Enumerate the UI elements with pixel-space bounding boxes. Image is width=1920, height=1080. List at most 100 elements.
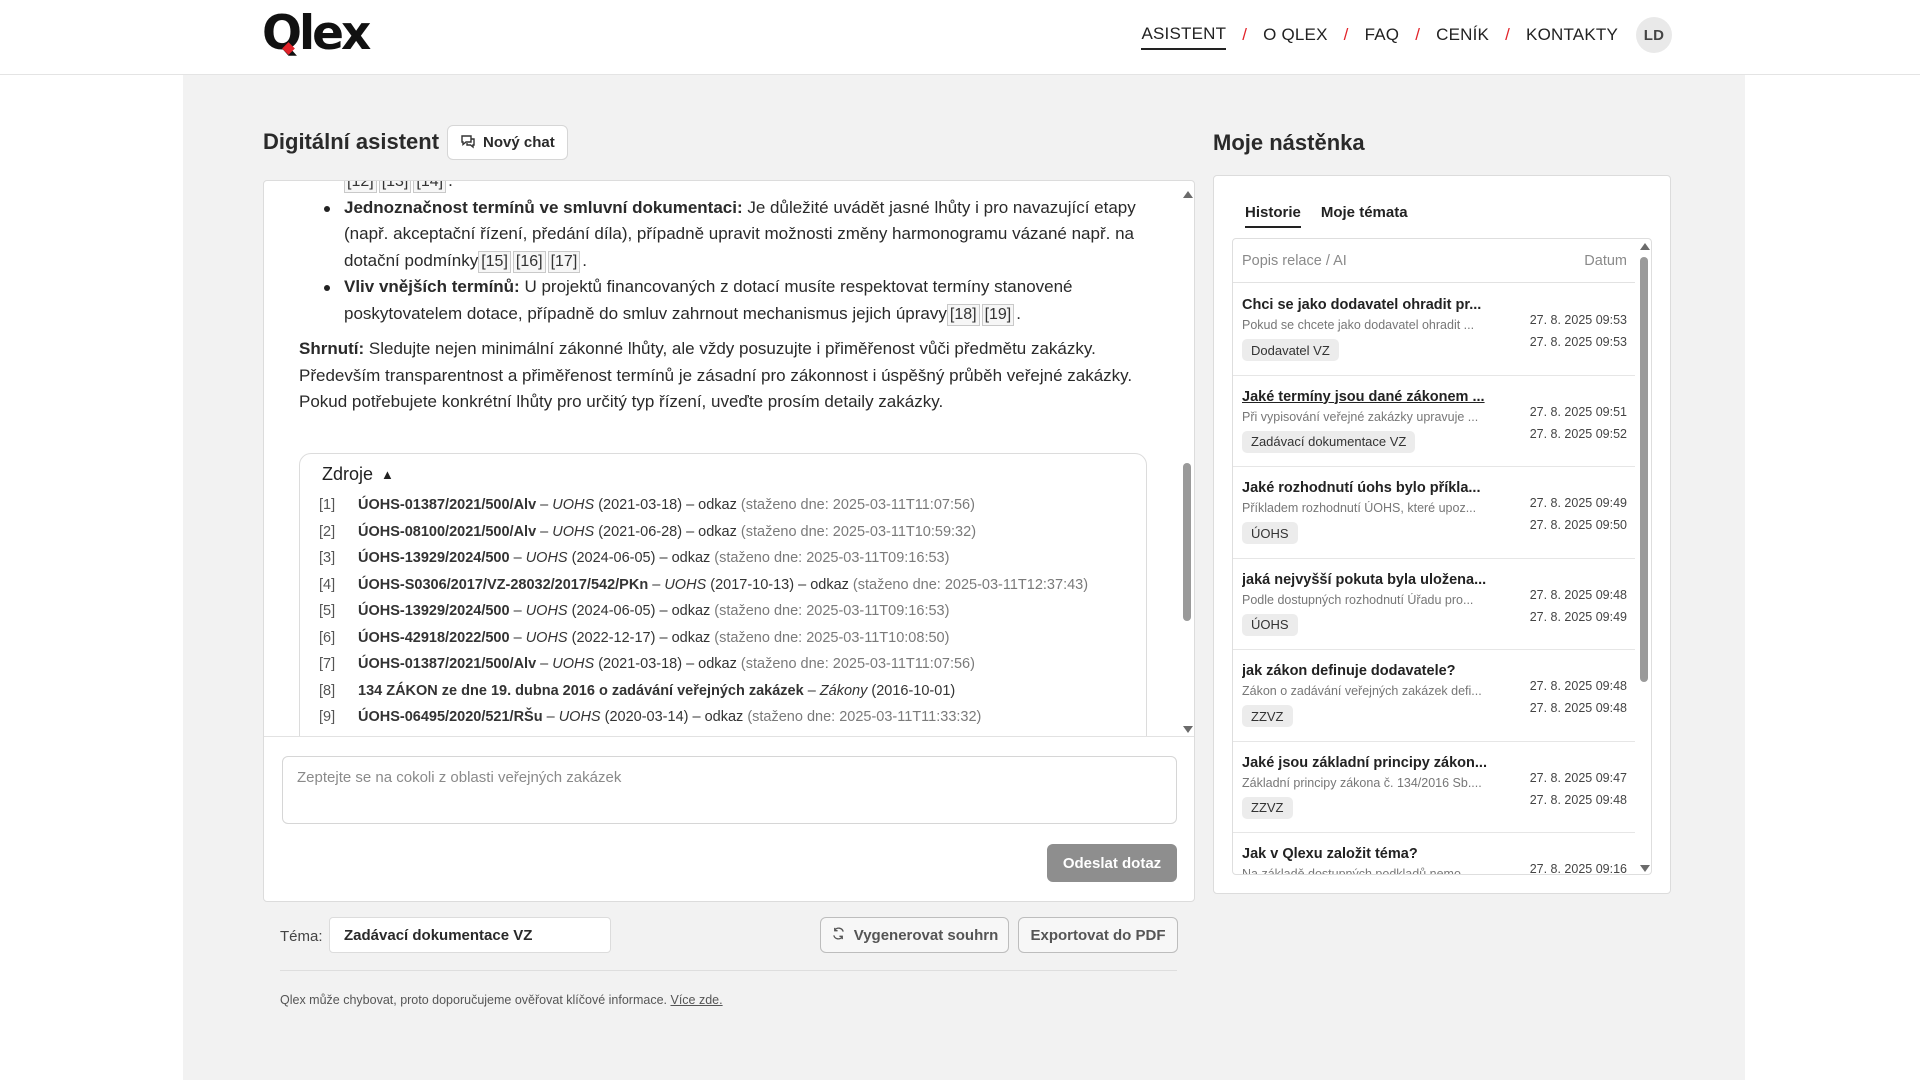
- source-link[interactable]: odkaz: [698, 651, 737, 678]
- disclaimer-link[interactable]: Více zde.: [670, 993, 722, 1007]
- sources-list: [1] ÚOHS-01387/2021/500/Alv – UOHS (2021-…: [319, 492, 1139, 731]
- new-chat-label: Nový chat: [483, 134, 555, 151]
- history-title[interactable]: Chci se jako dodavatel ohradit pr...: [1242, 297, 1490, 313]
- history-title[interactable]: Jak v Qlexu založit téma?: [1242, 846, 1490, 862]
- source-link[interactable]: odkaz: [672, 598, 711, 625]
- source-item: [6] ÚOHS-42918/2022/500 – UOHS (2022-12-1…: [319, 625, 1139, 652]
- source-origin: UOHS: [558, 709, 601, 725]
- source-date: (2022-12-17) –: [567, 629, 672, 646]
- citation[interactable]: [14]: [413, 181, 447, 193]
- scroll-up-arrow-icon[interactable]: [1640, 243, 1650, 250]
- sources-toggle[interactable]: Zdroje ▲: [322, 464, 394, 485]
- tab-historie[interactable]: Historie: [1245, 204, 1301, 228]
- history-subtitle: Při vypisování veřejné zakázky upravuje …: [1242, 409, 1479, 424]
- source-link[interactable]: odkaz: [698, 519, 737, 546]
- source-number: [9]: [319, 709, 336, 725]
- assistant-title: Digitální asistent: [263, 129, 440, 154]
- history-title[interactable]: Jaké rozhodnutí úohs bylo příkla...: [1242, 480, 1490, 496]
- source-id: 134 ZÁKON ze dne 19. dubna 2016 o zadává…: [358, 682, 804, 699]
- history-row[interactable]: Jaké termíny jsou dané zákonem ... Při vy…: [1233, 376, 1635, 467]
- chat-messages[interactable]: [12][13][14]. Jednoznačnost termínů ve s…: [264, 181, 1194, 737]
- citation[interactable]: [17]: [547, 250, 581, 273]
- history-title[interactable]: jak zákon definuje dodavatele?: [1242, 663, 1490, 679]
- source-item: [4] ÚOHS-S0306/2017/VZ-28032/2017/542/PKn…: [319, 572, 1139, 599]
- history-subtitle: Podle dostupných rozhodnutí Úřadu pro...: [1242, 592, 1474, 607]
- user-avatar[interactable]: LD: [1636, 17, 1672, 53]
- history-scrollbar[interactable]: [1637, 239, 1651, 874]
- history-title[interactable]: Jaké termíny jsou dané zákonem ...: [1242, 389, 1490, 405]
- nav-faq[interactable]: FAQ: [1365, 21, 1400, 49]
- history-row[interactable]: Jaké rozhodnutí úohs bylo příkla... Příkl…: [1233, 467, 1635, 559]
- source-link[interactable]: odkaz: [810, 572, 849, 599]
- source-origin: Zákony: [819, 682, 868, 699]
- history-updated-date: 27. 8. 2025 09:53: [1529, 335, 1627, 349]
- history-created-date: 27. 8. 2025 09:53: [1529, 313, 1627, 327]
- history-row[interactable]: Jaké jsou základní principy zákon... Zákl…: [1233, 742, 1635, 833]
- history-row[interactable]: jak zákon definuje dodavatele? Zákon o za…: [1233, 650, 1635, 742]
- source-date: (2024-06-05) –: [567, 550, 672, 566]
- source-dash: –: [509, 629, 526, 646]
- source-fetched: (staženo dne: 2025-03-11T10:59:32): [736, 523, 977, 540]
- citation[interactable]: [13]: [378, 181, 412, 193]
- source-origin: UOHS: [525, 550, 568, 566]
- citation[interactable]: [15]: [478, 250, 511, 273]
- source-link[interactable]: odkaz: [672, 625, 711, 652]
- top-citations: [12][13][14].: [299, 181, 1159, 195]
- source-number: [6]: [319, 629, 336, 646]
- citation[interactable]: [18]: [946, 303, 980, 326]
- scroll-up-arrow-icon[interactable]: [1183, 191, 1193, 198]
- scroll-thumb[interactable]: [1183, 463, 1191, 621]
- history-title[interactable]: jaká nejvyšší pokuta byla uložena...: [1242, 572, 1490, 588]
- send-query-button[interactable]: Odeslat dotaz: [1047, 844, 1177, 882]
- history-row[interactable]: jaká nejvyšší pokuta byla uložena... Podl…: [1233, 559, 1635, 650]
- citation[interactable]: [12]: [344, 181, 377, 193]
- topic-tag: ZZVZ: [1242, 796, 1293, 819]
- source-link[interactable]: odkaz: [672, 545, 711, 572]
- main-nav: ASISTENT / O QLEX / FAQ / CENÍK / KONTAK…: [1141, 17, 1672, 53]
- nav-separator: /: [1505, 25, 1511, 44]
- history-subtitle: Základní principy zákona č. 134/2016 Sb.…: [1242, 775, 1482, 790]
- scroll-down-arrow-icon[interactable]: [1183, 726, 1193, 733]
- source-dash: –: [509, 550, 526, 566]
- source-dash: –: [536, 497, 553, 513]
- history-row[interactable]: Jak v Qlexu založit téma? Na základě dost…: [1233, 833, 1635, 874]
- source-fetched: (staženo dne: 2025-03-11T11:33:32): [743, 709, 982, 725]
- scroll-thumb[interactable]: [1640, 257, 1648, 682]
- citation[interactable]: [16]: [512, 250, 546, 273]
- nav-cenik[interactable]: CENÍK: [1436, 21, 1489, 49]
- tab-moje-temata[interactable]: Moje témata: [1321, 204, 1408, 228]
- query-input[interactable]: [282, 756, 1177, 824]
- nav-kontakty[interactable]: KONTAKTY: [1526, 21, 1618, 49]
- history-row[interactable]: Chci se jako dodavatel ohradit pr... Poku…: [1233, 284, 1635, 376]
- source-item: [7] ÚOHS-01387/2021/500/Alv – UOHS (2021-…: [319, 651, 1139, 678]
- history-updated-date: 27. 8. 2025 09:50: [1529, 518, 1627, 532]
- source-dash: –: [542, 709, 559, 725]
- source-item: [1] ÚOHS-01387/2021/500/Alv – UOHS (2021-…: [319, 492, 1139, 519]
- board-panel: Historie Moje témata Popis relace / AI D…: [1213, 175, 1671, 894]
- new-chat-button[interactable]: Nový chat: [447, 125, 568, 160]
- export-pdf-button[interactable]: Exportovat do PDF: [1018, 917, 1178, 953]
- nav-asistent[interactable]: ASISTENT: [1141, 20, 1227, 50]
- source-link[interactable]: odkaz: [705, 704, 744, 731]
- chat-scrollbar[interactable]: [1180, 181, 1194, 736]
- qlex-logo[interactable]: Qlex: [262, 8, 371, 60]
- generate-summary-button[interactable]: Vygenerovat souhrn: [820, 917, 1009, 953]
- scroll-down-arrow-icon[interactable]: [1640, 865, 1650, 872]
- nav-separator: /: [1343, 25, 1349, 44]
- source-link[interactable]: odkaz: [698, 492, 737, 519]
- sources-label: Zdroje: [322, 464, 374, 484]
- nav-o-qlex[interactable]: O QLEX: [1263, 21, 1328, 49]
- topic-tag: Zadávací dokumentace VZ: [1242, 430, 1416, 453]
- source-fetched: (staženo dne: 2025-03-11T11:07:56): [736, 656, 975, 672]
- history-created-date: 27. 8. 2025 09:48: [1529, 679, 1627, 693]
- source-id: ÚOHS-01387/2021/500/Alv: [358, 497, 537, 513]
- citation[interactable]: [19]: [981, 303, 1015, 326]
- source-origin: UOHS: [664, 576, 707, 593]
- source-date: (2016-10-01): [867, 682, 956, 699]
- history-title[interactable]: Jaké jsou základní principy zákon...: [1242, 755, 1490, 771]
- topic-select[interactable]: Zadávací dokumentace VZ: [329, 917, 611, 953]
- source-id: ÚOHS-01387/2021/500/Alv: [358, 656, 537, 672]
- history-updated-date: 27. 8. 2025 09:49: [1529, 609, 1627, 624]
- history-table-header: Popis relace / AI Datum: [1233, 239, 1635, 283]
- source-origin: UOHS: [552, 656, 595, 672]
